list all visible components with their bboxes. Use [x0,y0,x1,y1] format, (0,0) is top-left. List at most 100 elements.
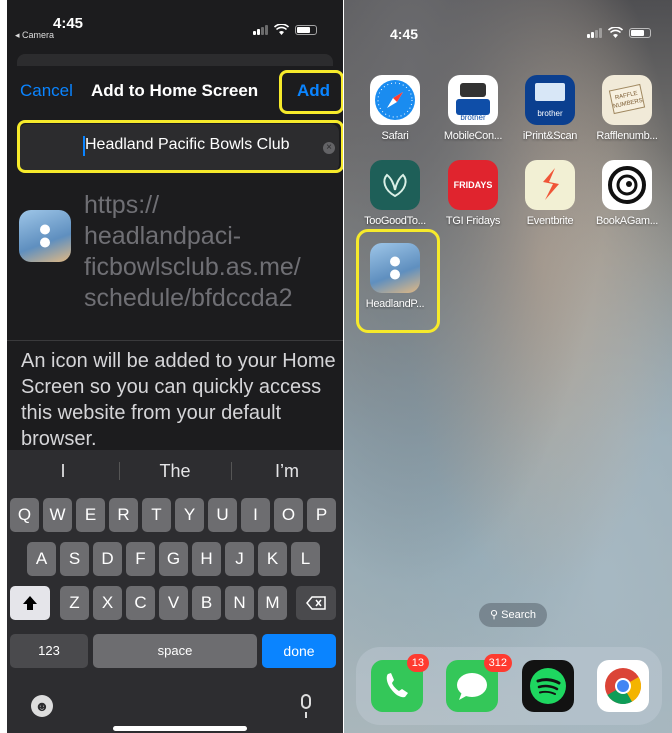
tgi-fridays-icon: FRIDAYS [448,160,498,210]
wifi-icon [274,24,289,35]
tgi-text: FRIDAYS [453,180,493,190]
search-icon: ⚲ [490,609,499,621]
new-icon-highlight [356,229,440,333]
key-z[interactable]: Z [60,586,89,620]
app-eventbrite[interactable]: Eventbrite [514,160,586,227]
key-i[interactable]: I [241,498,270,532]
emoji-icon[interactable]: ☻ [31,695,53,717]
suggestion-item[interactable]: The [119,450,231,492]
url-line: schedule/bfdccda2 [84,284,293,312]
delete-key[interactable] [296,586,336,620]
key-u[interactable]: U [208,498,237,532]
page-title: Add to Home Screen [91,81,259,100]
status-bar: 4:45 ◂ Camera [7,0,343,46]
key-x[interactable]: X [93,586,122,620]
spotify-icon[interactable] [522,660,574,712]
website-app-icon [19,210,71,262]
app-label: iPrint&Scan [522,130,578,142]
key-h[interactable]: H [192,542,221,576]
back-to-camera-link[interactable]: ◂ Camera [15,30,54,41]
dock: 13 312 [356,647,662,725]
app-label: MobileCon... [443,130,503,142]
app-bookagame[interactable]: BookAGam... [591,160,663,227]
app-label: BookAGam... [595,215,659,227]
url-line: headlandpaci- [84,222,242,250]
key-o[interactable]: O [274,498,303,532]
status-icons [253,24,317,35]
key-l[interactable]: L [291,542,320,576]
backspace-icon [306,596,326,610]
messages-icon[interactable]: 312 [446,654,512,712]
key-a[interactable]: A [27,542,56,576]
key-r[interactable]: R [109,498,138,532]
phone-badge: 13 [406,654,429,672]
key-c[interactable]: C [126,586,155,620]
battery-icon [295,24,317,35]
key-s[interactable]: S [60,542,89,576]
phone-icon[interactable]: 13 [371,654,429,712]
key-w[interactable]: W [43,498,72,532]
key-n[interactable]: N [225,586,254,620]
description-text: An icon will be added to your Home Scree… [21,350,336,450]
url-line: https:// [84,191,160,219]
app-safari[interactable]: Safari [359,75,431,142]
key-y[interactable]: Y [175,498,204,532]
done-key[interactable]: done [262,634,336,668]
add-button-highlight [279,70,343,114]
brand-text: brother [460,113,486,122]
suggestion-item[interactable]: I [7,450,119,492]
wifi-icon [608,27,623,38]
key-b[interactable]: B [192,586,221,620]
chrome-icon[interactable] [597,660,649,712]
app-label: TGI Fridays [445,215,501,227]
battery-icon [629,27,651,38]
key-j[interactable]: J [225,542,254,576]
bookagame-icon [602,160,652,210]
home-screen-panel: 4:45 Safari brother MobileCon... brother… [344,0,672,733]
app-toogoodtogo[interactable]: TooGoodTo... [359,160,431,227]
app-iprintscan[interactable]: brother iPrint&Scan [514,75,586,142]
eventbrite-icon [525,160,575,210]
microphone-icon[interactable] [301,694,311,718]
key-q[interactable]: Q [10,498,39,532]
website-url: https:// headlandpaci- ficbowlsclub.as.m… [84,190,301,314]
home-indicator [113,726,247,731]
status-time: 4:45 [390,26,419,42]
suggestion-item[interactable]: I’m [231,450,343,492]
scanner-icon: brother [525,75,575,125]
key-k[interactable]: K [258,542,287,576]
key-g[interactable]: G [159,542,188,576]
key-p[interactable]: P [307,498,336,532]
key-e[interactable]: E [76,498,105,532]
name-field-highlight [17,120,343,173]
brand-text: brother [537,109,563,118]
app-mobileconnect[interactable]: brother MobileCon... [437,75,509,142]
raffle-ticket-icon: RAFFLE NUMBERS [602,75,652,125]
messages-badge: 312 [483,654,512,672]
status-icons [587,27,651,38]
app-label: Eventbrite [526,215,574,227]
printer-icon: brother [448,75,498,125]
space-key[interactable]: space [93,634,257,668]
key-t[interactable]: T [142,498,171,532]
app-tgi-fridays[interactable]: FRIDAYS TGI Fridays [437,160,509,227]
key-v[interactable]: V [159,586,188,620]
status-time: 4:45 [53,15,84,32]
suggestion-bar: I The I’m [7,450,343,492]
divider [7,340,343,341]
app-label: TooGoodTo... [364,215,426,227]
numbers-key[interactable]: 123 [10,634,88,668]
key-m[interactable]: M [258,586,287,620]
shift-key[interactable] [10,586,50,620]
app-label: Rafflenumb... [596,130,658,142]
toogoodtogo-icon [370,160,420,210]
app-rafflenumbers[interactable]: RAFFLE NUMBERS Rafflenumb... [591,75,663,142]
key-d[interactable]: D [93,542,122,576]
signal-icon [587,27,602,38]
cancel-button[interactable]: Cancel [20,81,73,101]
safari-icon [370,75,420,125]
search-button[interactable]: ⚲ Search [479,603,547,627]
website-preview: https:// headlandpaci- ficbowlsclub.as.m… [7,180,343,330]
search-label: Search [501,609,536,621]
key-f[interactable]: F [126,542,155,576]
